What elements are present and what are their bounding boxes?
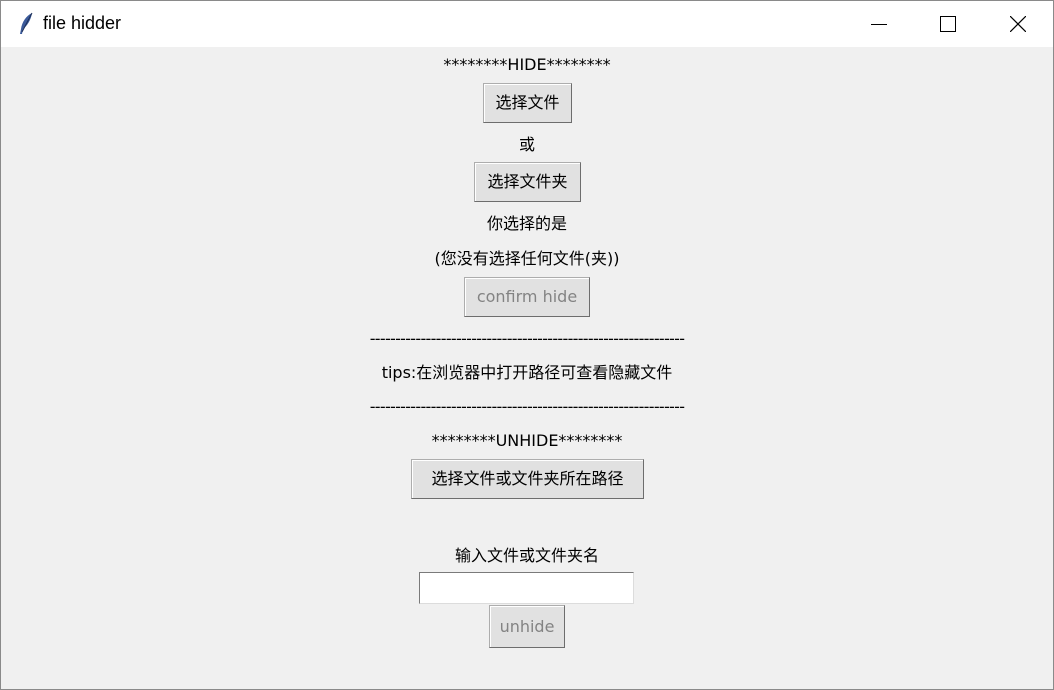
select-file-button[interactable]: 选择文件 [483,83,572,123]
title-bar[interactable]: file hidder [1,1,1053,47]
unhide-header: ********UNHIDE******** [431,431,623,450]
main-panel: ********HIDE******** 选择文件 或 选择文件夹 你选择的是 … [1,47,1053,689]
separator-bottom: ----------------------------------------… [369,397,685,416]
select-path-button[interactable]: 选择文件或文件夹所在路径 [411,459,644,499]
maximize-icon [940,16,956,32]
maximize-button[interactable] [913,1,983,47]
you-selected-label: 你选择的是 [486,214,567,233]
name-input[interactable] [419,572,634,604]
select-folder-button[interactable]: 选择文件夹 [474,162,581,202]
separator-top: ----------------------------------------… [369,329,685,348]
confirm-hide-button[interactable]: confirm hide [464,277,590,317]
name-label: 输入文件或文件夹名 [454,546,599,565]
or-label: 或 [518,135,535,154]
close-button[interactable] [983,1,1053,47]
selection-text: (您没有选择任何文件(夹)) [434,249,620,268]
tips-text: tips:在浏览器中打开路径可查看隐藏文件 [381,363,673,382]
close-icon [1010,16,1026,32]
window-title: file hidder [43,13,122,33]
minimize-button[interactable] [844,1,914,47]
unhide-button[interactable]: unhide [489,605,565,648]
hide-header: ********HIDE******** [443,55,611,74]
app-window: file hidder ********HIDE******** 选择文件 或 … [0,0,1054,690]
minimize-icon [871,24,887,25]
feather-icon [17,12,35,36]
